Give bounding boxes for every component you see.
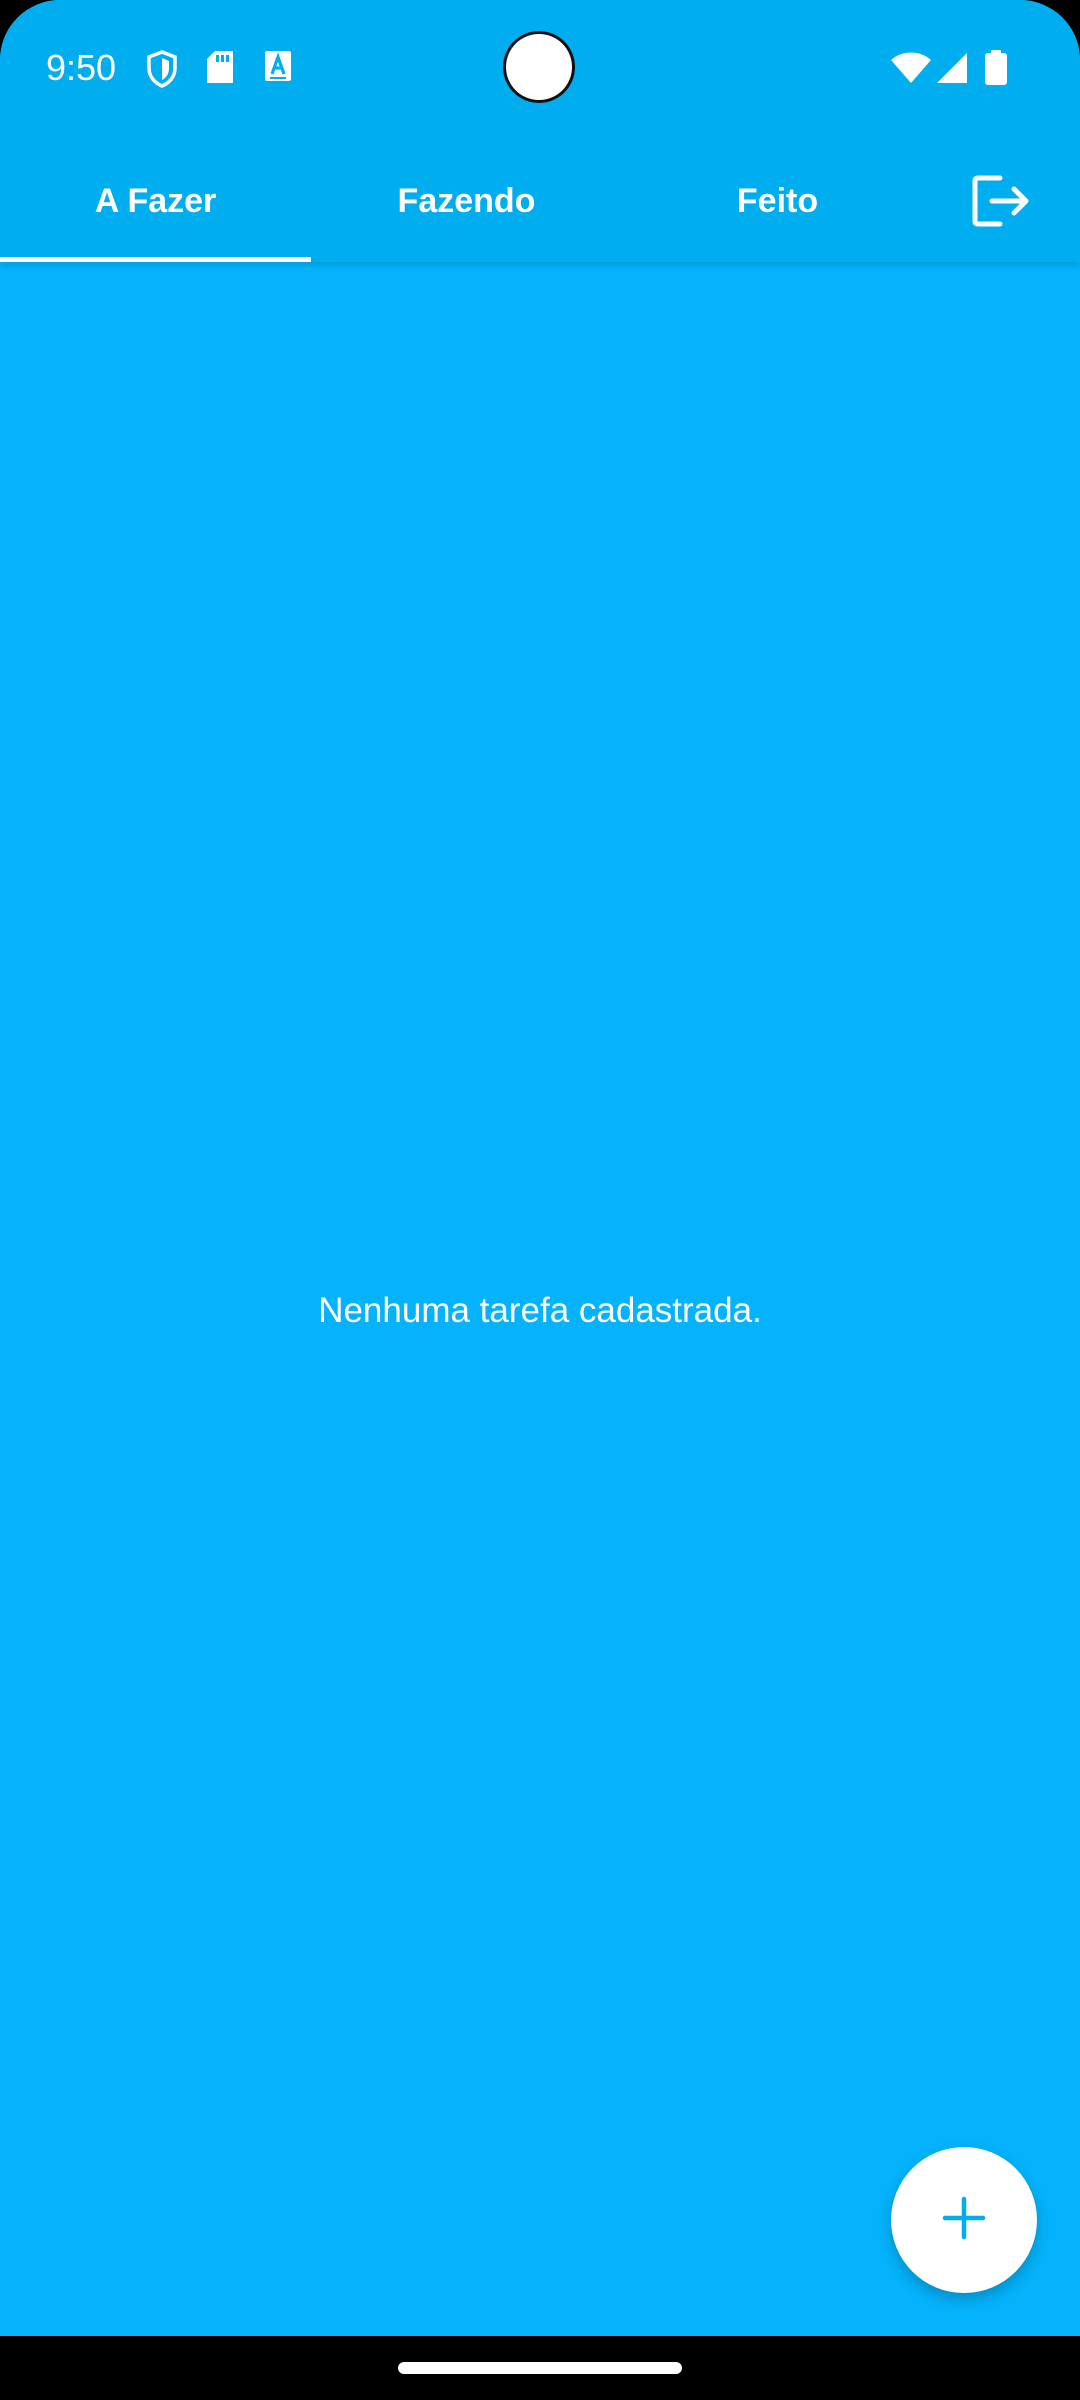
status-bar: 9:50 (0, 0, 1080, 140)
sd-card-icon (206, 50, 234, 89)
app-screen: 9:50 A Fazer Fazendo Feito Nenhuma taref… (0, 0, 1080, 2400)
shield-icon (146, 50, 178, 93)
add-task-button[interactable] (891, 2147, 1037, 2293)
tab-fazendo[interactable]: Fazendo (311, 140, 622, 262)
logout-button[interactable] (970, 170, 1034, 232)
battery-icon (984, 50, 1008, 91)
logout-icon (970, 175, 1034, 236)
selected-tab-indicator (0, 257, 311, 262)
tab-label: Feito (736, 181, 819, 220)
tab-bar: A Fazer Fazendo Feito (0, 140, 1080, 262)
wifi-icon (890, 52, 932, 89)
tab-label: A Fazer (94, 181, 217, 220)
font-a-icon (264, 50, 292, 87)
tab-feito[interactable]: Feito (622, 140, 933, 262)
empty-state-message: Nenhuma tarefa cadastrada. (318, 1291, 762, 1330)
signal-icon (936, 52, 968, 89)
plus-icon (942, 2196, 986, 2245)
camera-cutout (506, 34, 572, 100)
tab-a-fazer[interactable]: A Fazer (0, 140, 311, 262)
status-time: 9:50 (46, 47, 117, 88)
home-gesture-handle[interactable] (398, 2362, 682, 2374)
navigation-bar (0, 2336, 1080, 2400)
tab-label: Fazendo (397, 181, 536, 220)
